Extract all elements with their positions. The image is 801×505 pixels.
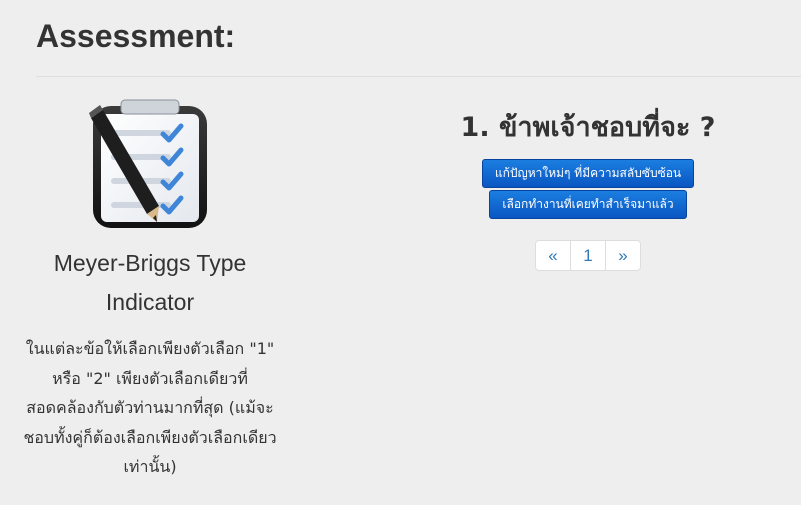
answer-option-1-button[interactable]: แก้ปัญหาใหม่ๆ ที่มีความสลับซับซ้อน (481, 159, 695, 188)
header-divider (36, 76, 801, 77)
pagination: « 1 » (535, 240, 641, 271)
checklist-clipboard-icon (89, 99, 207, 228)
question-title: 1. ข้าพเจ้าชอบที่จะ ? (460, 112, 716, 143)
test-instructions: ในแต่ละข้อให้เลือกเพียงตัวเลือก "1" หรือ… (23, 339, 277, 476)
pagination-prev-button[interactable]: « (536, 241, 571, 270)
pagination-page-1[interactable]: 1 (571, 241, 606, 270)
test-info-panel: Meyer-Briggs Type Indicator ในแต่ละข้อให… (18, 90, 282, 482)
page-title: Assessment: (36, 18, 236, 54)
answer-option-2-button[interactable]: เลือกทำงานที่เคยทำสำเร็จมาแล้ว (489, 190, 687, 219)
pagination-next-button[interactable]: » (606, 241, 640, 270)
test-name: Meyer-Briggs Type Indicator (53, 250, 247, 315)
answer-options: แก้ปัญหาใหม่ๆ ที่มีความสลับซับซ้อน เลือก… (380, 159, 796, 221)
